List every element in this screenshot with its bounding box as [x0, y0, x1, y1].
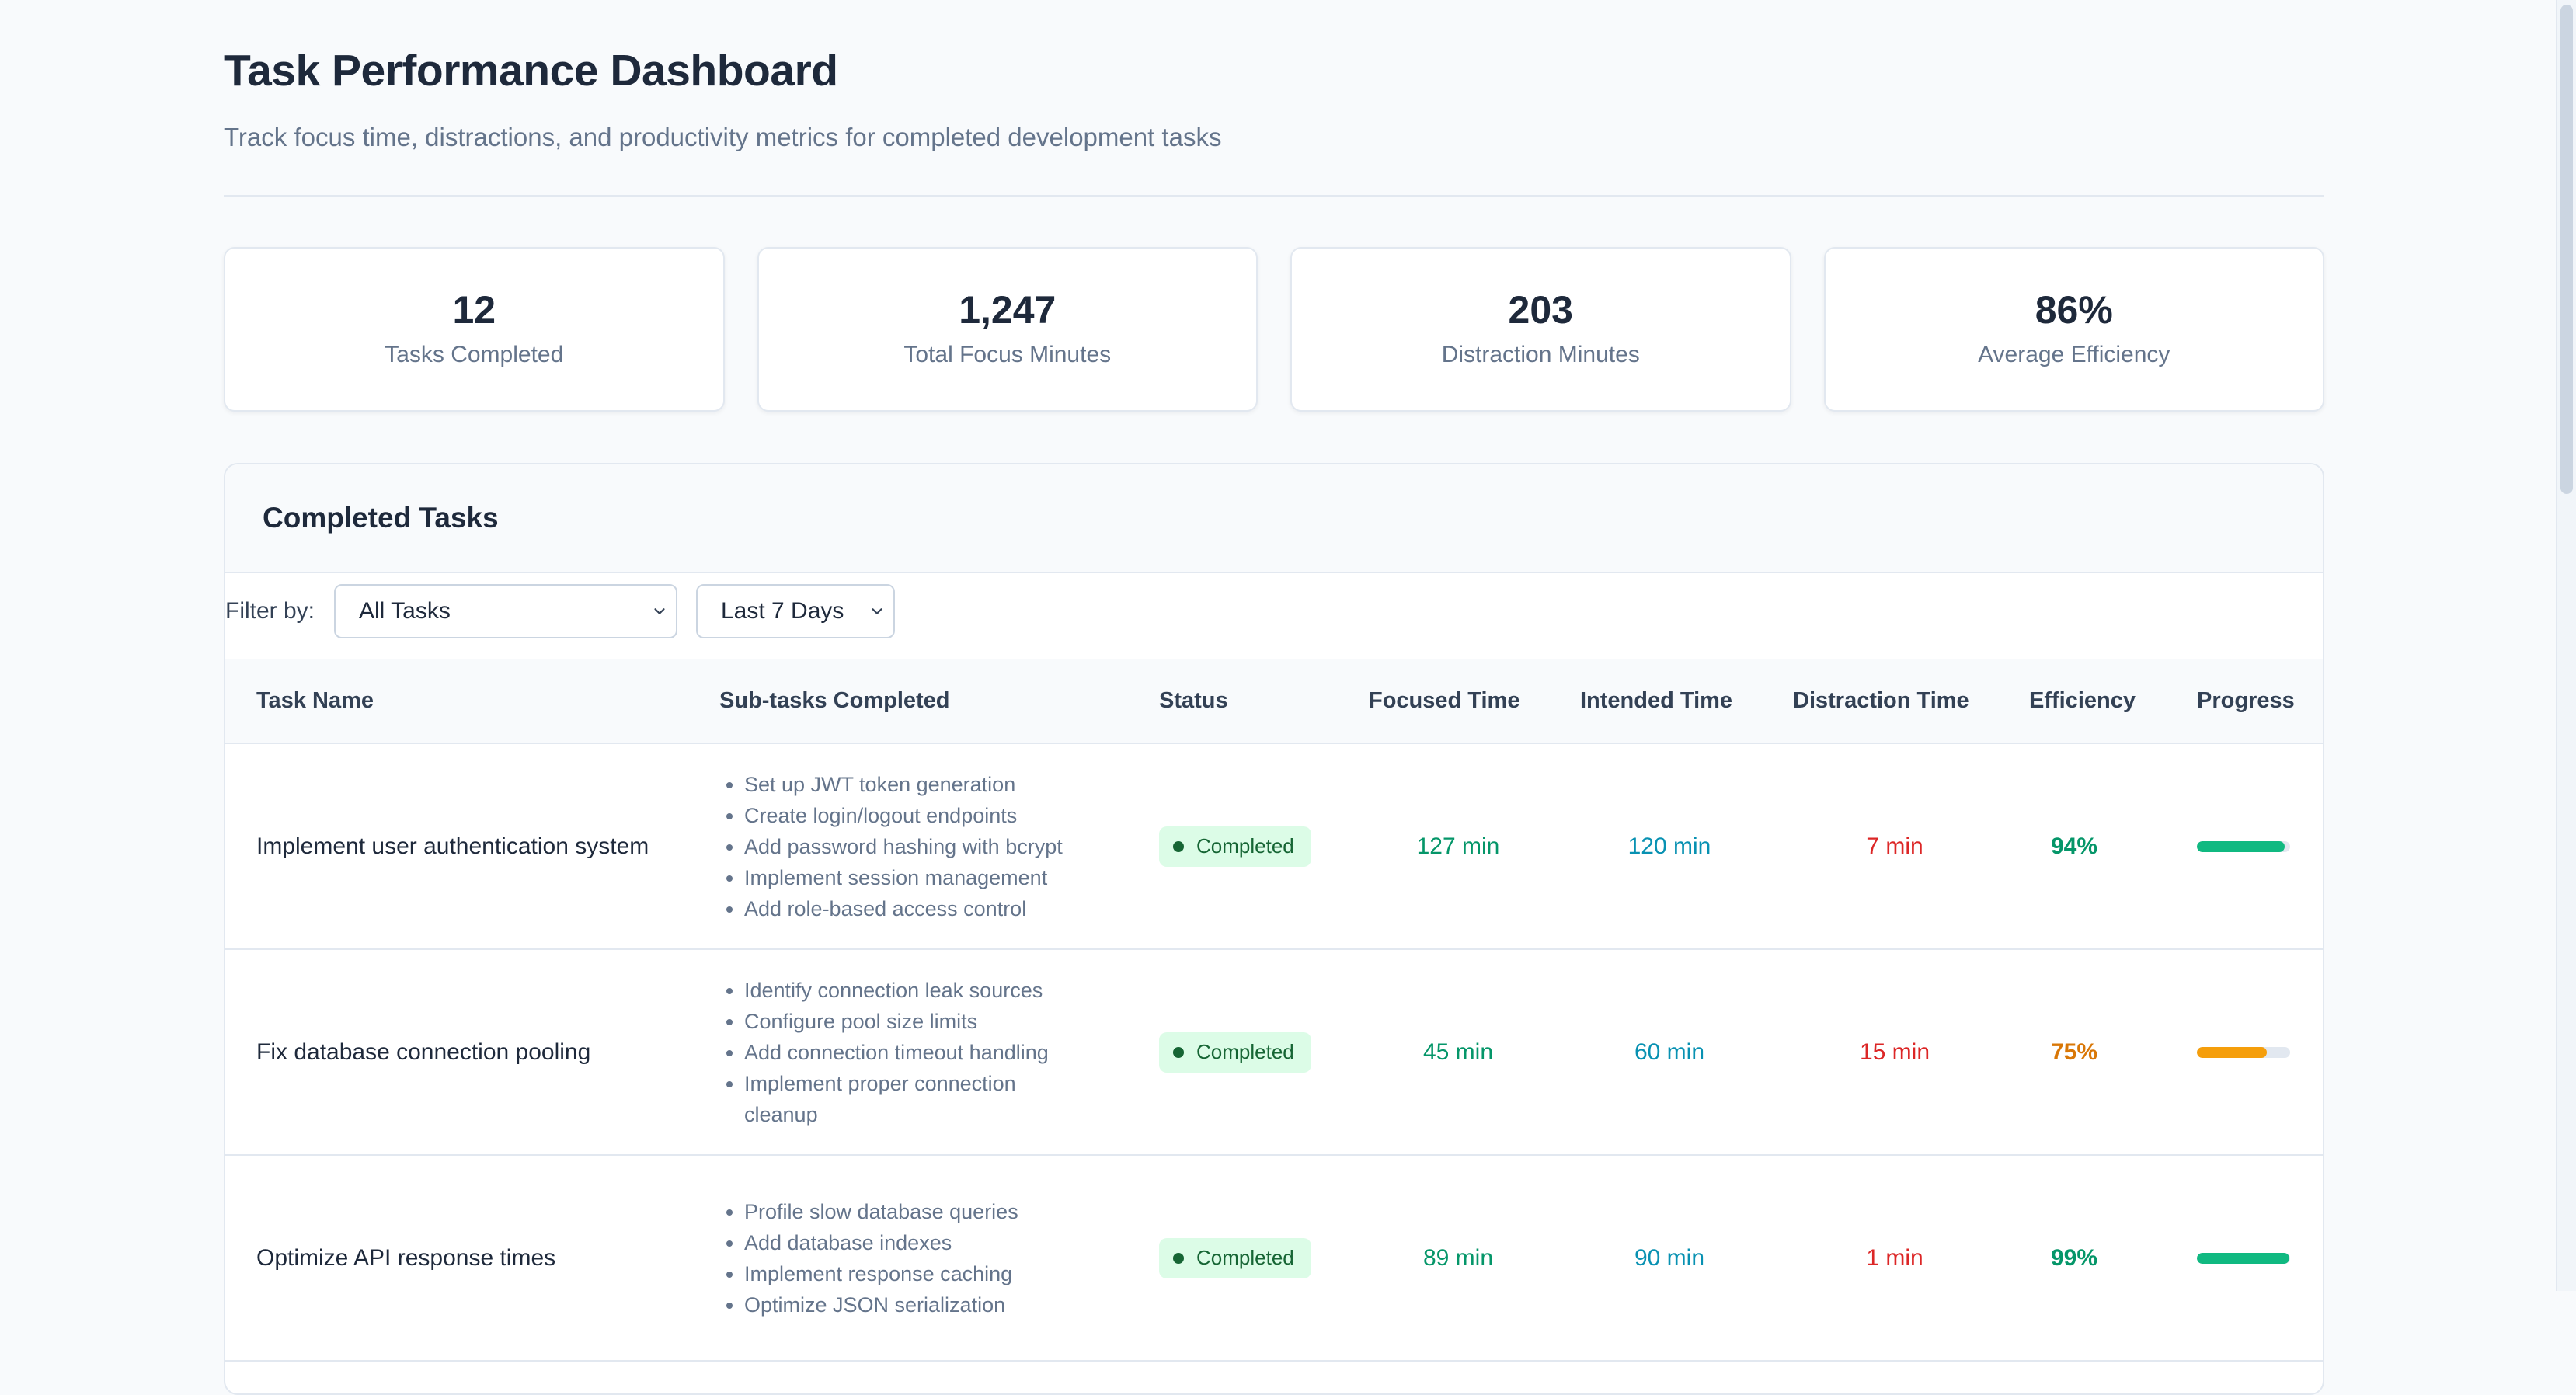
- progress-bar: [2197, 840, 2290, 852]
- subtask-item: Add connection timeout handling: [744, 1037, 1078, 1068]
- status-dot-icon: [1173, 840, 1184, 852]
- panel-title: Completed Tasks: [263, 502, 499, 534]
- subtask-item: Add role-based access control: [744, 893, 1078, 924]
- subtasks-cell: Set up JWT token generationCreate login/…: [719, 744, 1078, 948]
- status-badge: Completed: [1159, 826, 1311, 867]
- subtasks-cell: Profile slow database queriesAdd databas…: [719, 1156, 1078, 1360]
- subtask-item: Configure pool size limits: [744, 1006, 1078, 1037]
- intended-time: 90 min: [1634, 1244, 1705, 1271]
- table-row[interactable]: Fix database connection pooling Identify …: [225, 950, 2323, 1156]
- subtask-item: Implement proper connection cleanup: [744, 1068, 1078, 1130]
- task-name: Fix database connection pooling: [256, 1038, 591, 1065]
- column-header-progress[interactable]: Progress: [2197, 659, 2295, 743]
- status-cell: Completed: [1159, 744, 1311, 948]
- page-subtitle: Track focus time, distractions, and prod…: [224, 123, 1222, 151]
- header-divider: [224, 195, 2324, 197]
- progress-cell: [2197, 744, 2290, 948]
- progress-bar: [2197, 1046, 2290, 1058]
- column-header-status[interactable]: Status: [1159, 659, 1228, 743]
- status-cell: Completed: [1159, 950, 1311, 1154]
- column-header-efficiency[interactable]: Efficiency: [2029, 659, 2136, 743]
- status-cell: Completed: [1159, 1156, 1311, 1360]
- stat-label: Distraction Minutes: [1441, 342, 1640, 367]
- status-badge: Completed: [1159, 1031, 1311, 1073]
- stat-value: 203: [1508, 288, 1573, 332]
- column-header-intended-time[interactable]: Intended Time: [1580, 659, 1732, 743]
- subtask-item: Optimize JSON serialization: [744, 1289, 1078, 1320]
- date-range-select[interactable]: Last 7 Days: [696, 584, 895, 638]
- progress-bar: [2197, 1252, 2290, 1264]
- intended-time: 120 min: [1627, 833, 1711, 859]
- stat-label: Tasks Completed: [385, 342, 564, 367]
- stat-label: Average Efficiency: [1978, 342, 2170, 367]
- stat-card-tasks-completed: 12 Tasks Completed: [224, 247, 725, 412]
- status-text: Completed: [1196, 1246, 1294, 1269]
- status-dot-icon: [1173, 1046, 1184, 1058]
- subtask-item: Implement response caching: [744, 1258, 1078, 1289]
- page-scrollbar[interactable]: [2556, 0, 2576, 1291]
- progress-bar-fill: [2197, 840, 2285, 852]
- efficiency-value: 94%: [2050, 833, 2098, 859]
- distraction-time: 1 min: [1866, 1244, 1923, 1271]
- subtask-item: Add password hashing with bcrypt: [744, 831, 1078, 862]
- stat-card-distraction-minutes: 203 Distraction Minutes: [1290, 247, 1791, 412]
- efficiency-value: 75%: [2050, 1038, 2098, 1065]
- progress-bar-fill: [2197, 1046, 2267, 1058]
- stat-card-average-efficiency: 86% Average Efficiency: [1823, 247, 2324, 412]
- column-header-distraction-time[interactable]: Distraction Time: [1793, 659, 1969, 743]
- table-header: Task Name Sub-tasks Completed Status Foc…: [225, 659, 2323, 744]
- subtask-item: Add database indexes: [744, 1227, 1078, 1258]
- date-range-value: Last 7 Days: [721, 598, 844, 624]
- task-filter-value: All Tasks: [359, 598, 451, 624]
- subtask-item: Identify connection leak sources: [744, 975, 1078, 1006]
- table-row[interactable]: Implement user authentication system Set …: [225, 744, 2323, 950]
- column-header-task-name[interactable]: Task Name: [256, 659, 374, 743]
- progress-cell: [2197, 1156, 2290, 1360]
- stat-label: Total Focus Minutes: [903, 342, 1112, 367]
- subtasks-list: Set up JWT token generationCreate login/…: [719, 769, 1078, 924]
- stat-value: 86%: [2035, 288, 2113, 332]
- column-header-subtasks[interactable]: Sub-tasks Completed: [719, 659, 950, 743]
- focused-time: 89 min: [1422, 1244, 1494, 1271]
- distraction-time: 15 min: [1859, 1038, 1930, 1065]
- focused-time: 45 min: [1422, 1038, 1494, 1065]
- completed-tasks-panel: Completed Tasks Filter by: All Tasks Las…: [224, 463, 2324, 1395]
- status-text: Completed: [1196, 834, 1294, 858]
- subtask-item: Set up JWT token generation: [744, 769, 1078, 800]
- intended-time: 60 min: [1634, 1038, 1705, 1065]
- focused-time: 127 min: [1416, 833, 1500, 859]
- subtask-item: Implement session management: [744, 862, 1078, 893]
- subtasks-cell: Identify connection leak sourcesConfigur…: [719, 950, 1078, 1154]
- chevron-down-icon: [872, 608, 882, 614]
- efficiency-value: 99%: [2050, 1244, 2098, 1271]
- page-title: Task Performance Dashboard: [224, 46, 838, 96]
- panel-header: Completed Tasks: [225, 464, 2323, 573]
- filter-bar: Filter by: All Tasks Last 7 Days: [225, 573, 2323, 659]
- subtasks-list: Profile slow database queriesAdd databas…: [719, 1196, 1078, 1320]
- task-name: Optimize API response times: [256, 1244, 556, 1271]
- stats-row: 12 Tasks Completed 1,247 Total Focus Min…: [224, 247, 2324, 412]
- subtask-item: Create login/logout endpoints: [744, 800, 1078, 831]
- status-dot-icon: [1173, 1252, 1184, 1264]
- distraction-time: 7 min: [1866, 833, 1923, 859]
- stat-value: 12: [452, 288, 496, 332]
- subtask-item: Profile slow database queries: [744, 1196, 1078, 1227]
- chevron-down-icon: [654, 608, 665, 614]
- filter-label: Filter by:: [225, 598, 315, 624]
- column-header-focused-time[interactable]: Focused Time: [1369, 659, 1519, 743]
- scrollbar-thumb[interactable]: [2560, 5, 2573, 494]
- task-rows: Implement user authentication system Set …: [225, 744, 2323, 1362]
- stat-value: 1,247: [959, 288, 1057, 332]
- progress-bar-fill: [2197, 1252, 2289, 1264]
- status-text: Completed: [1196, 1040, 1294, 1063]
- task-name: Implement user authentication system: [256, 833, 649, 859]
- subtasks-list: Identify connection leak sourcesConfigur…: [719, 975, 1078, 1130]
- status-badge: Completed: [1159, 1237, 1311, 1278]
- task-filter-select[interactable]: All Tasks: [334, 584, 677, 638]
- table-row[interactable]: Optimize API response times Profile slow …: [225, 1156, 2323, 1362]
- stat-card-focus-minutes: 1,247 Total Focus Minutes: [757, 247, 1258, 412]
- progress-cell: [2197, 950, 2290, 1154]
